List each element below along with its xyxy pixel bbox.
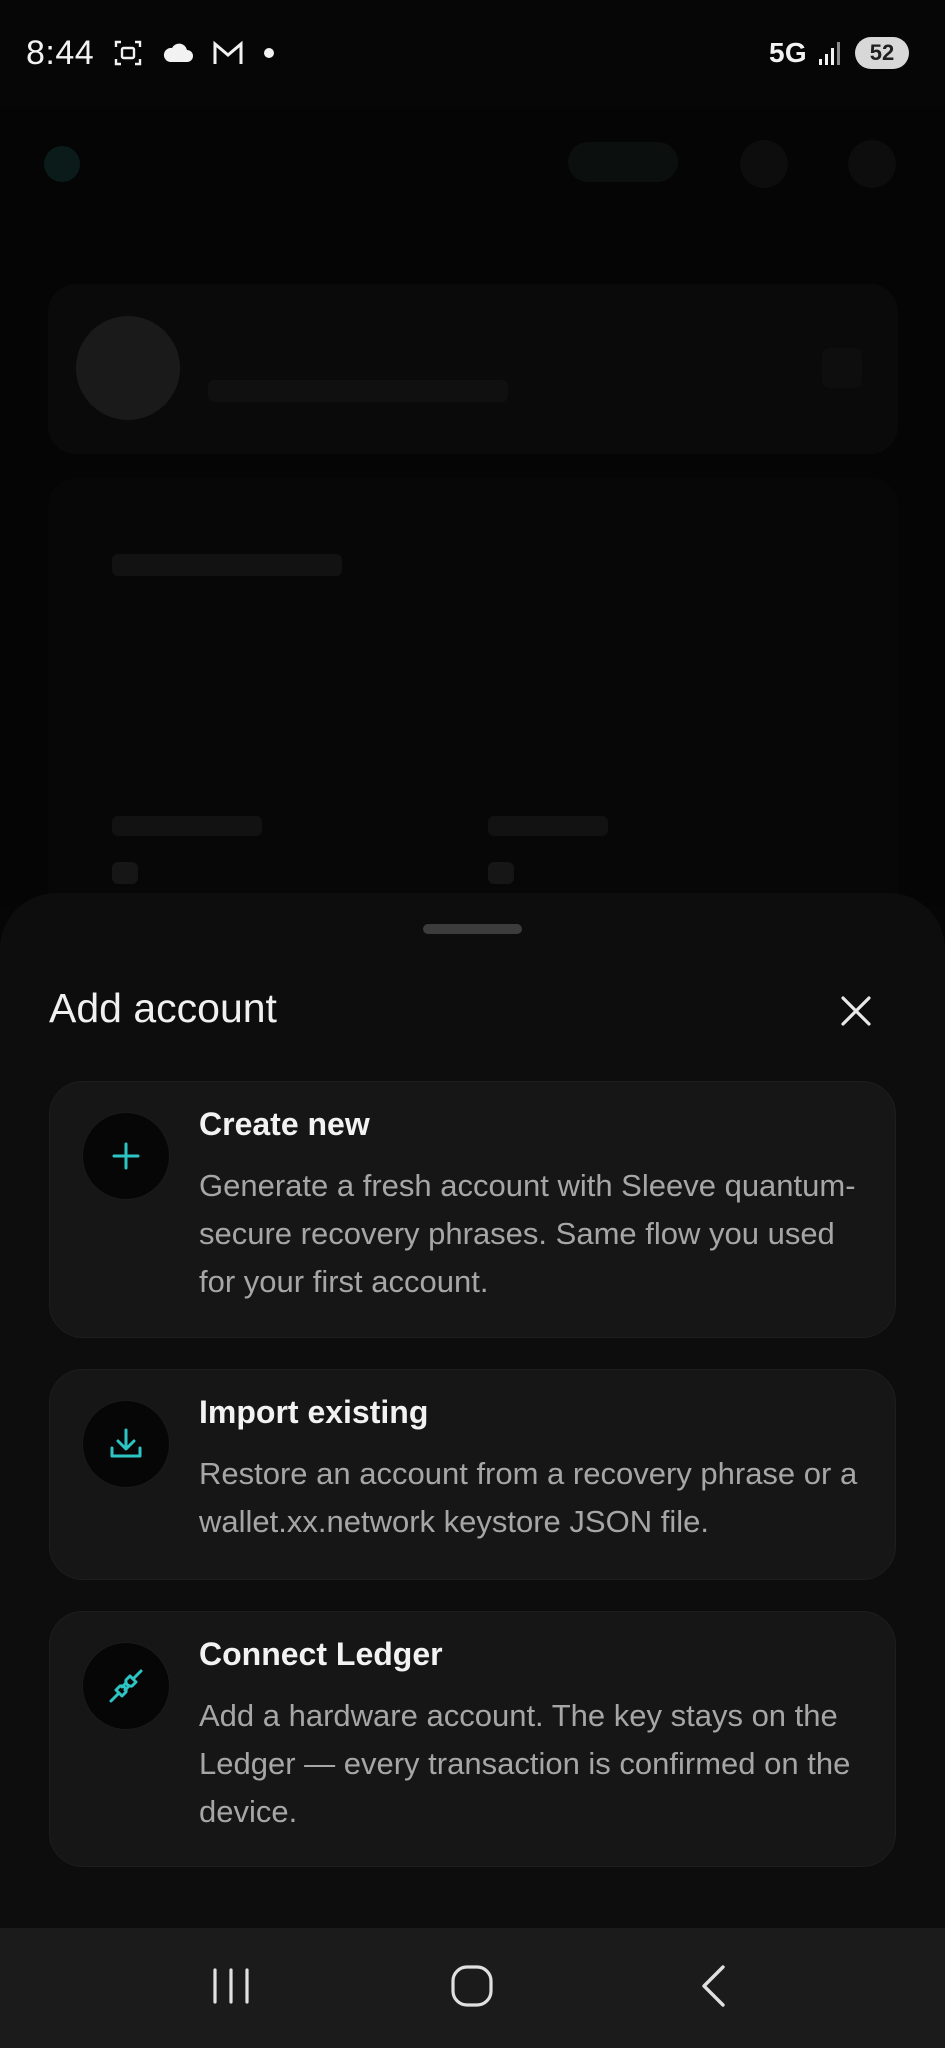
screenshot-icon xyxy=(112,37,144,69)
navigation-bar xyxy=(0,1928,945,2048)
option-description: Generate a fresh account with Sleeve qua… xyxy=(199,1168,856,1299)
background-header xyxy=(0,106,945,216)
option-title: Create new xyxy=(199,1106,370,1142)
battery-indicator: 52 xyxy=(855,37,909,69)
background-app-dimmed xyxy=(0,106,945,918)
status-time: 8:44 xyxy=(26,33,95,72)
background-balance-label xyxy=(112,554,342,576)
back-icon xyxy=(699,1964,729,2013)
home-button[interactable] xyxy=(432,1948,512,2028)
cloud-icon xyxy=(162,37,194,69)
background-network-chip xyxy=(568,142,678,182)
background-balance-card xyxy=(48,478,898,918)
sheet-drag-handle[interactable] xyxy=(423,924,522,934)
connect-ledger-option[interactable]: Connect Ledger Add a hardware account. T… xyxy=(49,1611,896,1867)
status-left: 8:44 xyxy=(26,33,275,73)
plug-connect-icon xyxy=(82,1642,170,1730)
option-title: Import existing xyxy=(199,1394,429,1430)
option-description: Add a hardware account. The key stays on… xyxy=(199,1698,851,1829)
background-action-button xyxy=(740,140,788,188)
background-stat-value xyxy=(112,862,138,884)
recent-apps-icon xyxy=(209,1966,253,2011)
background-avatar xyxy=(76,316,180,420)
network-type: 5G xyxy=(769,37,807,68)
status-right: 5G 52 xyxy=(769,37,909,69)
background-account-card xyxy=(48,284,898,454)
notification-dot-icon xyxy=(264,48,275,58)
recent-apps-button[interactable] xyxy=(191,1948,271,2028)
create-new-option[interactable]: Create new Generate a fresh account with… xyxy=(49,1081,896,1338)
back-button[interactable] xyxy=(674,1948,754,2028)
option-title: Connect Ledger xyxy=(199,1636,443,1672)
status-bar: 8:44 5G 52 xyxy=(0,0,945,106)
sheet-title: Add account xyxy=(49,985,277,1031)
signal-icon xyxy=(815,37,847,69)
background-stat-label xyxy=(112,816,262,836)
background-account-address xyxy=(208,380,508,402)
background-stat-value xyxy=(488,862,514,884)
option-description: Restore an account from a recovery phras… xyxy=(199,1456,858,1539)
add-account-sheet: Add account Create new Generate a fresh … xyxy=(0,893,945,1928)
download-icon xyxy=(82,1400,170,1488)
background-settings-button xyxy=(848,140,896,188)
close-button[interactable] xyxy=(832,989,880,1037)
home-icon xyxy=(450,1964,494,2013)
background-logo xyxy=(44,146,80,182)
import-existing-option[interactable]: Import existing Restore an account from … xyxy=(49,1369,896,1580)
plus-icon xyxy=(82,1112,170,1200)
gmail-icon xyxy=(212,37,244,69)
background-stat-label xyxy=(488,816,608,836)
background-account-chevron xyxy=(822,348,862,388)
close-icon xyxy=(839,994,873,1033)
